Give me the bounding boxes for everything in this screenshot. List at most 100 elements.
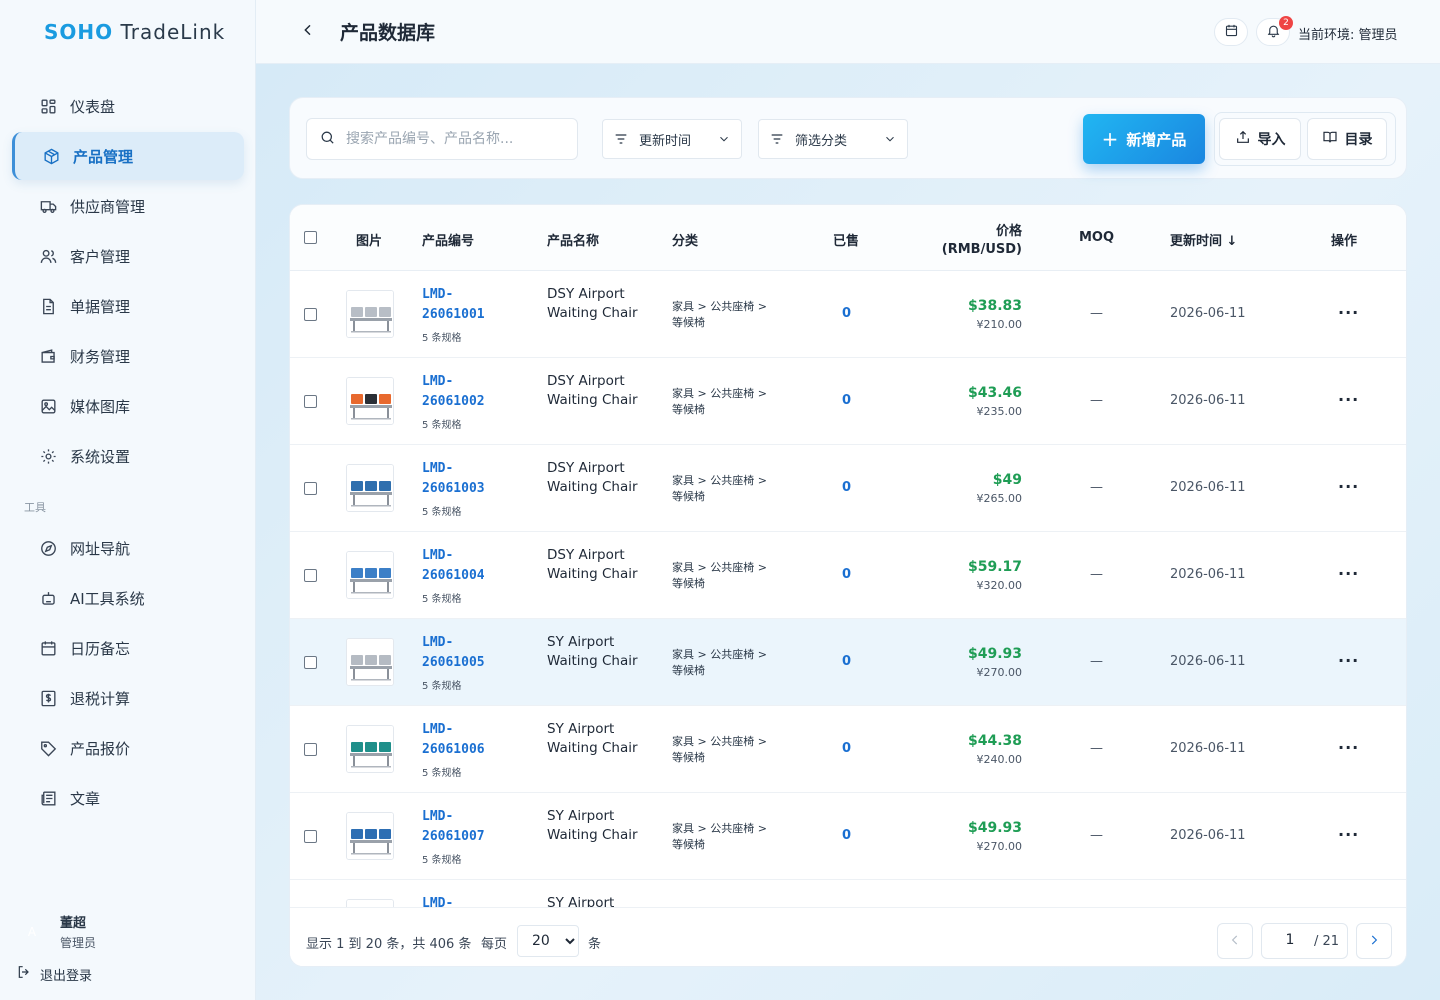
column-header-moq[interactable]: MOQ [1079, 230, 1114, 245]
table-row[interactable]: LMD- 26061007 5 条规格 SY Airport Waiting Cha… [290, 793, 1406, 880]
search-input[interactable] [346, 131, 566, 147]
page-number-input[interactable] [1270, 932, 1310, 948]
logout-button[interactable]: 退出登录 [16, 964, 92, 984]
product-code-link[interactable]: LMD- [422, 894, 453, 907]
calendar-button[interactable] [1214, 18, 1248, 46]
product-thumbnail[interactable] [346, 290, 394, 338]
more-actions-button[interactable]: ··· [1338, 390, 1359, 409]
sort-dropdown[interactable]: 更新时间 [602, 119, 742, 159]
row-checkbox[interactable] [304, 743, 317, 756]
chair-image [347, 900, 393, 907]
table-header: 图片 产品编号 产品名称 分类 已售 价格 (RMB/USD) MOQ 更新时间… [290, 205, 1406, 271]
sidebar-item-settings[interactable]: 系统设置 [12, 432, 244, 480]
catalog-button[interactable]: 目录 [1307, 118, 1387, 160]
dashboard-icon [38, 96, 58, 116]
column-header-name[interactable]: 产品名称 [547, 230, 599, 249]
product-code-link[interactable]: LMD- 26061005 [422, 633, 485, 673]
product-code-link[interactable]: LMD- 26061002 [422, 372, 485, 412]
product-code-link[interactable]: LMD- 26061003 [422, 459, 485, 499]
sidebar-item-label: 日历备忘 [70, 639, 131, 658]
import-catalog-group: 导入 目录 [1214, 112, 1396, 166]
table-row[interactable]: LMD- 26061003 5 条规格 DSY Airport Waiting Ch… [290, 445, 1406, 532]
sidebar-item-quotes[interactable]: 产品报价 [12, 724, 244, 772]
column-header-code[interactable]: 产品编号 [422, 230, 474, 249]
sidebar-item-url-nav[interactable]: 网址导航 [12, 524, 244, 572]
product-thumbnail[interactable] [346, 551, 394, 599]
sold-count[interactable]: 0 [842, 741, 851, 756]
row-checkbox[interactable] [304, 395, 317, 408]
image-icon [38, 396, 58, 416]
more-actions-button[interactable]: ··· [1338, 825, 1359, 844]
notification-button[interactable]: 2 [1256, 16, 1293, 46]
more-actions-button[interactable]: ··· [1338, 477, 1359, 496]
sold-count[interactable]: 0 [842, 306, 851, 321]
column-header-actions: 操作 [1331, 234, 1358, 249]
row-checkbox[interactable] [304, 569, 317, 582]
product-name: DSY Airport Waiting Chair [547, 460, 638, 495]
row-checkbox[interactable] [304, 482, 317, 495]
product-thumbnail[interactable] [346, 899, 394, 907]
sidebar-item-suppliers[interactable]: 供应商管理 [12, 182, 244, 230]
sold-count[interactable]: 0 [842, 654, 851, 669]
row-checkbox[interactable] [304, 308, 317, 321]
chevron-right-icon [1367, 932, 1381, 951]
more-actions-button[interactable]: ··· [1338, 303, 1359, 322]
column-header-price[interactable]: 价格 (RMB/USD) [942, 220, 1022, 257]
sidebar-item-documents[interactable]: 单据管理 [12, 282, 244, 330]
product-code-link[interactable]: LMD- 26061004 [422, 546, 485, 586]
brand-logo[interactable]: SOHO TradeLink [44, 20, 225, 44]
product-thumbnail[interactable] [346, 725, 394, 773]
product-name: DSY Airport Waiting Chair [547, 547, 638, 582]
more-actions-button[interactable]: ··· [1338, 738, 1359, 757]
column-header-sold[interactable]: 已售 [833, 230, 859, 249]
user-profile[interactable]: A 董超 管理员 [18, 912, 96, 951]
table-row[interactable]: LMD- 26061002 5 条规格 DSY Airport Waiting Ch… [290, 358, 1406, 445]
product-thumbnail[interactable] [346, 464, 394, 512]
more-actions-button[interactable]: ··· [1338, 651, 1359, 670]
prev-page-button[interactable] [1217, 923, 1253, 959]
total-pages: / 21 [1314, 934, 1340, 949]
row-checkbox[interactable] [304, 830, 317, 843]
sidebar-item-dashboard[interactable]: 仪表盘 [12, 82, 244, 130]
sidebar-item-media[interactable]: 媒体图库 [12, 382, 244, 430]
table-row[interactable]: LMD- SY Airport [290, 880, 1406, 907]
product-code-link[interactable]: LMD- 26061007 [422, 807, 485, 847]
sold-count[interactable]: 0 [842, 828, 851, 843]
price-rmb: ¥265.00 [976, 492, 1023, 505]
gear-icon [38, 446, 58, 466]
sidebar-item-finance[interactable]: 财务管理 [12, 332, 244, 380]
add-product-button[interactable]: + 新增产品 [1083, 114, 1205, 164]
import-button[interactable]: 导入 [1219, 118, 1301, 160]
table-row[interactable]: LMD- 26061005 5 条规格 SY Airport Waiting Cha… [290, 619, 1406, 706]
price-usd: $38.83 [967, 298, 1022, 314]
sidebar-item-products[interactable]: 产品管理 [12, 132, 244, 180]
updated-date: 2026-06-11 [1170, 741, 1246, 756]
sold-count[interactable]: 0 [842, 567, 851, 582]
product-code-link[interactable]: LMD- 26061006 [422, 720, 485, 760]
sold-count[interactable]: 0 [842, 393, 851, 408]
page-size-select[interactable]: 102050100 [517, 925, 579, 957]
sidebar-item-customers[interactable]: 客户管理 [12, 232, 244, 280]
sidebar-item-tax-refund[interactable]: 退税计算 [12, 674, 244, 722]
sidebar-item-calendar[interactable]: 日历备忘 [12, 624, 244, 672]
column-header-updated[interactable]: 更新时间 ↓ [1170, 230, 1237, 249]
product-thumbnail[interactable] [346, 377, 394, 425]
compass-icon [38, 538, 58, 558]
row-checkbox[interactable] [304, 656, 317, 669]
sidebar-item-articles[interactable]: 文章 [12, 774, 244, 822]
table-row[interactable]: LMD- 26061006 5 条规格 SY Airport Waiting Cha… [290, 706, 1406, 793]
table-row[interactable]: LMD- 26061001 5 条规格 DSY Airport Waiting Ch… [290, 271, 1406, 358]
back-button[interactable] [296, 20, 320, 44]
product-thumbnail[interactable] [346, 812, 394, 860]
category-filter-dropdown[interactable]: 筛选分类 [758, 119, 908, 159]
sold-count[interactable]: 0 [842, 480, 851, 495]
table-row[interactable]: LMD- 26061004 5 条规格 DSY Airport Waiting Ch… [290, 532, 1406, 619]
column-header-category[interactable]: 分类 [672, 230, 698, 249]
product-code-link[interactable]: LMD- 26061001 [422, 285, 485, 325]
next-page-button[interactable] [1356, 923, 1392, 959]
select-all-checkbox[interactable] [304, 231, 317, 244]
sidebar-item-ai-tools[interactable]: AI工具系统 [12, 574, 244, 622]
price-rmb: ¥270.00 [976, 666, 1023, 679]
product-thumbnail[interactable] [346, 638, 394, 686]
more-actions-button[interactable]: ··· [1338, 564, 1359, 583]
